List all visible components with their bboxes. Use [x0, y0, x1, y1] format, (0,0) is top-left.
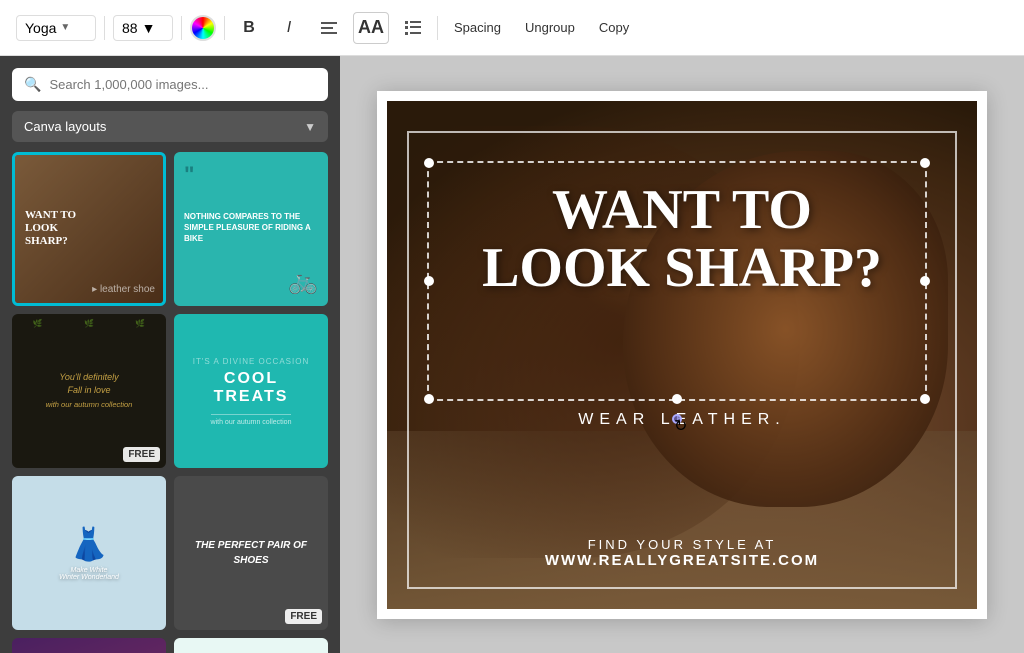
- free-badge-3: FREE: [123, 447, 160, 462]
- handle-tl[interactable]: [424, 158, 434, 168]
- template-card-3[interactable]: You'll definitelyFall in lovewith our au…: [12, 314, 166, 468]
- font-name-label: Yoga: [25, 20, 56, 36]
- spacing-button[interactable]: Spacing: [446, 16, 509, 39]
- search-bar[interactable]: 🔍: [12, 68, 328, 101]
- template-card-7[interactable]: Nothing compares to the simple pleasure …: [12, 638, 166, 653]
- canvas-footer: Find your style at www.reallygreatsite.c…: [447, 537, 917, 569]
- divider-3: [224, 16, 225, 40]
- template-card-6[interactable]: The perfect pair of shoes FREE: [174, 476, 328, 630]
- templates-grid: WANT TOLOOKSHARP? ▸ leather shoe " Nothi…: [12, 152, 328, 653]
- template-card-4[interactable]: it's a divine occasion Cool Treats with …: [174, 314, 328, 468]
- canvas-wrapper: ↻ Want to Look Sharp? Wear Leather. Find…: [377, 91, 987, 619]
- divider-2: [181, 16, 182, 40]
- card6-text: The perfect pair of shoes: [184, 538, 318, 568]
- toolbar: Yoga ▼ 88 ▼ B I AA Spacing Ungroup Copy: [0, 0, 1024, 56]
- handle-mr[interactable]: [920, 276, 930, 286]
- ungroup-button[interactable]: Ungroup: [517, 16, 583, 39]
- handle-bm[interactable]: [672, 394, 682, 404]
- italic-button[interactable]: I: [273, 12, 305, 44]
- sidebar: 🔍 Canva layouts ▼ WANT TOLOOKSHARP? ▸ le…: [0, 56, 340, 653]
- template-card-8[interactable]: 🧁🧁 Just Smile It's a Winter Wonderland: [174, 638, 328, 653]
- copy-button[interactable]: Copy: [591, 16, 637, 39]
- template-card-5[interactable]: 👗 Make WhiteWinter Wonderland: [12, 476, 166, 630]
- aa-button[interactable]: AA: [353, 12, 389, 44]
- main-content: 🔍 Canva layouts ▼ WANT TOLOOKSHARP? ▸ le…: [0, 56, 1024, 653]
- divider-4: [437, 16, 438, 40]
- search-icon: 🔍: [24, 76, 41, 93]
- handle-br[interactable]: [920, 394, 930, 404]
- search-input[interactable]: [49, 77, 316, 92]
- list-button[interactable]: [397, 12, 429, 44]
- canvas-footer-url: www.reallygreatsite.com: [447, 552, 917, 569]
- list-icon: [405, 21, 421, 35]
- size-chevron-icon: ▼: [142, 20, 156, 36]
- canvas-area: ↻ Want to Look Sharp? Wear Leather. Find…: [340, 56, 1024, 653]
- canvas[interactable]: ↻ Want to Look Sharp? Wear Leather. Find…: [387, 101, 977, 609]
- font-selector[interactable]: Yoga ▼: [16, 15, 96, 41]
- selection-box[interactable]: ↻: [427, 161, 927, 401]
- font-size-label: 88: [122, 20, 138, 36]
- dress-icon: 👗: [69, 525, 109, 563]
- layout-selector[interactable]: Canva layouts ▼: [12, 111, 328, 142]
- color-picker[interactable]: [190, 15, 216, 41]
- handle-rotate[interactable]: ↻: [672, 414, 682, 424]
- bold-button[interactable]: B: [233, 12, 265, 44]
- layout-label: Canva layouts: [24, 119, 106, 134]
- card3-text: You'll definitelyFall in lovewith our au…: [46, 371, 133, 412]
- card2-text: Nothing compares to the simple pleasure …: [184, 211, 318, 245]
- font-chevron-icon: ▼: [60, 22, 70, 33]
- card5-text: Make WhiteWinter Wonderland: [59, 567, 119, 581]
- divider-1: [104, 16, 105, 40]
- canvas-footer-line1: Find your style at: [447, 537, 917, 552]
- handle-ml[interactable]: [424, 276, 434, 286]
- font-size-selector[interactable]: 88 ▼: [113, 15, 173, 41]
- align-button[interactable]: [313, 12, 345, 44]
- handle-tr[interactable]: [920, 158, 930, 168]
- align-icon: [321, 22, 337, 34]
- handle-bl[interactable]: [424, 394, 434, 404]
- template-card-1[interactable]: WANT TOLOOKSHARP? ▸ leather shoe: [12, 152, 166, 306]
- card4-title: Cool Treats: [184, 370, 318, 406]
- template-card-2[interactable]: " Nothing compares to the simple pleasur…: [174, 152, 328, 306]
- layout-chevron-icon: ▼: [304, 120, 316, 134]
- free-badge-6: FREE: [285, 609, 322, 624]
